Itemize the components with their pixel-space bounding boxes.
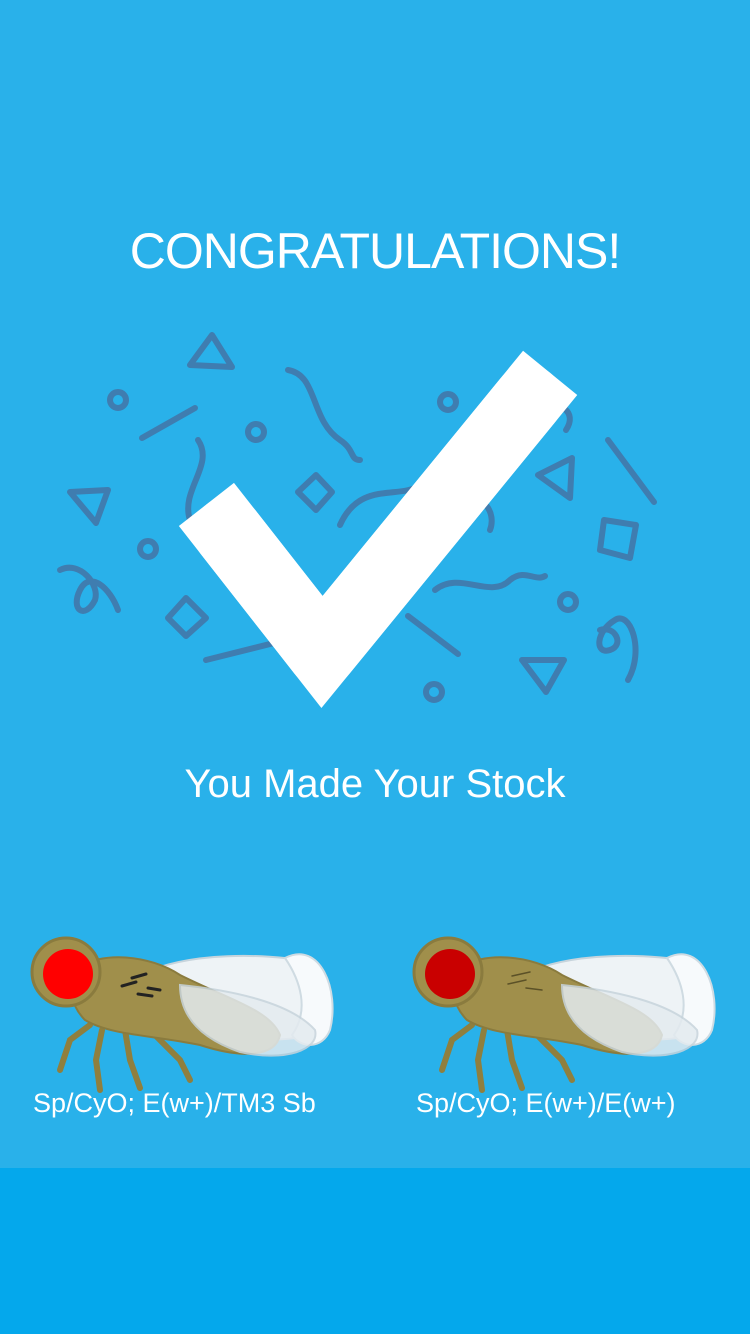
footer-bar <box>0 1168 750 1334</box>
fly-illustration-left <box>30 936 334 1093</box>
checkmark-icon <box>178 350 578 709</box>
checkmark-illustration <box>57 332 657 709</box>
congratulations-title: CONGRATULATIONS! <box>129 223 622 279</box>
stock-made-subtitle: You Made Your Stock <box>184 762 566 806</box>
fly-eye <box>43 949 93 999</box>
fly-eye <box>425 949 475 999</box>
fly-illustration-right <box>412 936 716 1093</box>
fly-genotype-label: Sp/CyO; E(w+)/TM3 Sb <box>33 1088 316 1118</box>
fly-genotype-label: Sp/CyO; E(w+)/E(w+) <box>416 1088 676 1118</box>
